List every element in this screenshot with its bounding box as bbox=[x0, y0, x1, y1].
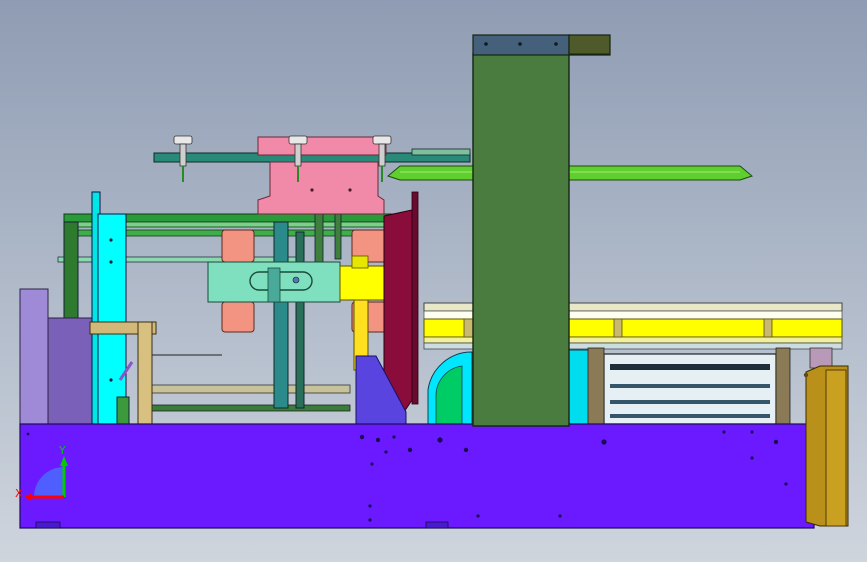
pink-head[interactable] bbox=[257, 136, 387, 215]
cad-3d-viewport[interactable]: Y X bbox=[0, 0, 867, 562]
end-bracket[interactable] bbox=[803, 365, 849, 527]
triad-y-label: Y bbox=[58, 444, 66, 457]
green-arm[interactable] bbox=[386, 165, 754, 181]
maroon-plate[interactable] bbox=[383, 191, 419, 413]
mint-carriage[interactable] bbox=[207, 261, 341, 303]
lower-housing[interactable] bbox=[587, 347, 833, 425]
vertical-guide[interactable] bbox=[273, 221, 305, 409]
machine-assembly-model[interactable]: Y X bbox=[0, 0, 867, 562]
machine-base[interactable] bbox=[19, 423, 815, 529]
triad-x-label: X bbox=[15, 487, 23, 500]
left-cabinet[interactable] bbox=[19, 288, 93, 428]
cyan-column[interactable] bbox=[91, 191, 127, 428]
